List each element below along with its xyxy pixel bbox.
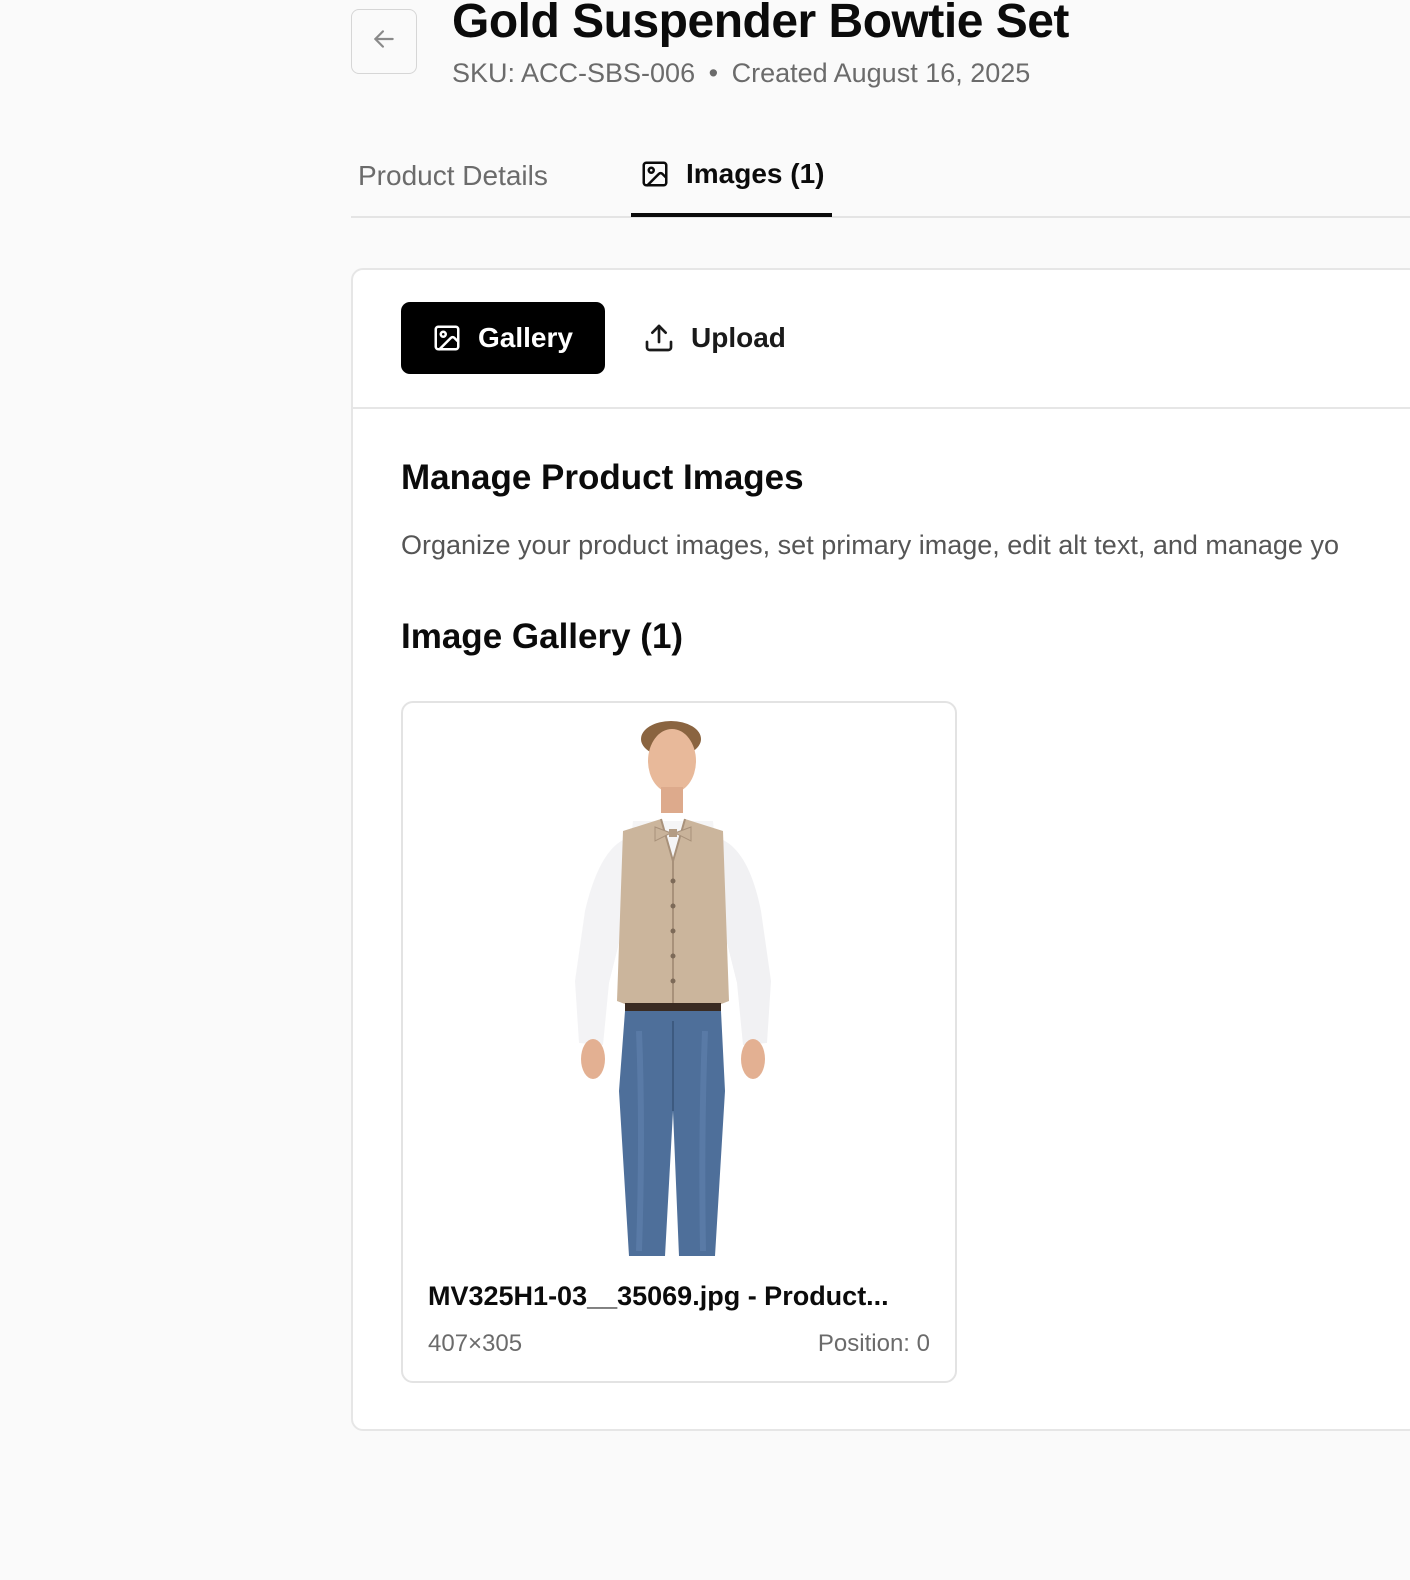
back-button[interactable] [351,9,417,74]
product-meta: SKU: ACC-SBS-006 • Created August 16, 20… [452,58,1030,89]
image-position: Position: 0 [817,1330,930,1357]
tab-label: Product Details [358,159,548,191]
images-toolbar: Gallery Upload [353,270,1410,409]
image-file-name: MV325H1-03__35069.jpg - Product... [428,1281,889,1311]
manage-images-description: Organize your product images, set primar… [401,530,1339,560]
gallery-button-label: Gallery [478,322,573,353]
created-date: Created August 16, 2025 [731,58,1031,88]
image-icon [640,159,670,189]
images-panel: Gallery Upload Manage Product Images Org… [351,268,1410,1431]
tab-product-details[interactable]: Product Details [358,140,548,217]
image-gallery-heading: Image Gallery (1) [401,617,684,656]
manage-images-heading: Manage Product Images [401,458,804,497]
image-dimensions: 407×305 [428,1330,523,1357]
page-title: Gold Suspender Bowtie Set [452,0,1069,48]
arrow-left-icon [371,26,397,57]
product-photo [575,721,771,1256]
upload-icon [643,322,675,354]
upload-button[interactable]: Upload [643,302,786,374]
upload-button-label: Upload [691,322,786,353]
tab-images[interactable]: Images (1) [631,140,832,217]
tab-label: Images (1) [686,157,825,189]
meta-separator: • [708,58,719,88]
gallery-image-card[interactable]: MV325H1-03__35069.jpg - Product... 407×3… [401,701,957,1383]
image-icon [432,323,462,353]
tab-bar: Product Details Images (1) [351,140,1410,218]
sku-text: SKU: ACC-SBS-006 [452,58,696,88]
gallery-button[interactable]: Gallery [401,302,605,374]
